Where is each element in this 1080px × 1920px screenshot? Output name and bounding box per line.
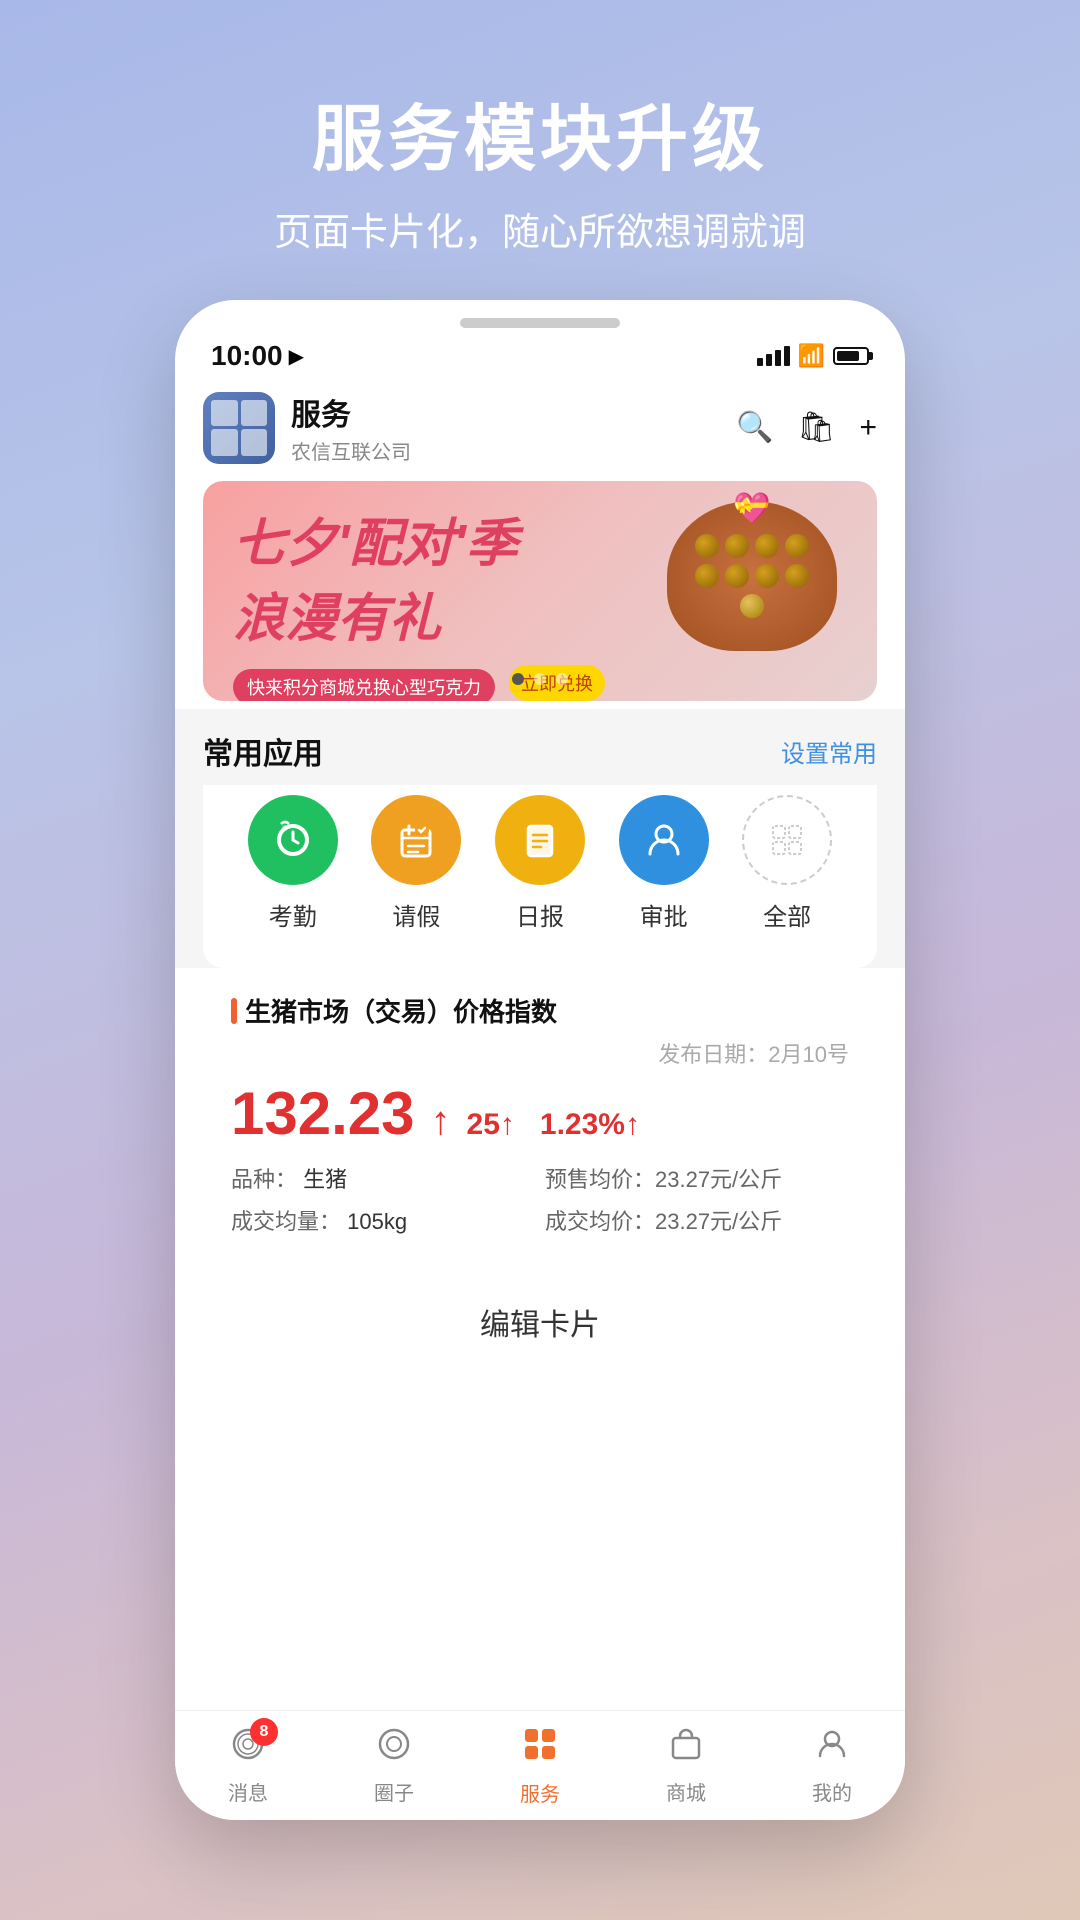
location-icon: ▶ (289, 344, 304, 369)
banner-image: 💝 (657, 491, 857, 691)
app-item-daily[interactable]: 日报 (495, 795, 585, 932)
community-icon (376, 1726, 412, 1771)
presale-row: 预售均价：23.27元/公斤 (545, 1162, 849, 1194)
nav-profile-label: 我的 (812, 1777, 852, 1806)
bottom-nav: 8 消息 圈子 服务 (175, 1710, 905, 1820)
apps-grid: 考勤 请假 (203, 785, 877, 952)
all-icon (742, 795, 832, 885)
app-item-all[interactable]: 全部 (742, 795, 832, 932)
leave-icon (371, 795, 461, 885)
app-header: 服务 农信互联公司 🔍 🛍 + (175, 380, 905, 481)
daily-label: 日报 (516, 897, 564, 932)
promo-subtitle: 页面卡片化，随心所欲想调就调 (0, 201, 1080, 256)
price-date: 发布日期：2月10号 (231, 1037, 849, 1069)
app-item-leave[interactable]: 请假 (371, 795, 461, 932)
nav-community[interactable]: 圈子 (321, 1726, 467, 1806)
header-icons: 🔍 🛍 + (736, 410, 877, 445)
price-main: 132.23 ↑ 25↑ 1.23%↑ (231, 1079, 849, 1148)
nav-services-label: 服务 (520, 1778, 560, 1807)
leave-label: 请假 (392, 897, 440, 932)
nav-shop-label: 商城 (666, 1777, 706, 1806)
price-up-arrow: ↑ (431, 1099, 451, 1144)
profile-icon (814, 1726, 850, 1771)
price-value: 132.23 (231, 1079, 415, 1148)
wifi-icon: 📶 (798, 343, 825, 369)
shopping-bag-icon[interactable]: 🛍 (797, 410, 835, 445)
daily-icon (495, 795, 585, 885)
promo-title: 服务模块升级 (0, 80, 1080, 185)
trade-row: 成交均价：23.27元/公斤 (545, 1204, 849, 1236)
app-item-approval[interactable]: 审批 (619, 795, 709, 932)
attendance-icon (248, 795, 338, 885)
nav-messages-label: 消息 (228, 1777, 268, 1806)
app-logo (203, 392, 275, 464)
all-label: 全部 (763, 897, 811, 932)
edit-card-button[interactable]: 编辑卡片 (203, 1272, 877, 1372)
app-company: 农信互联公司 (291, 436, 736, 465)
dot-3 (556, 673, 568, 685)
messages-badge: 8 (250, 1718, 278, 1746)
dot-1 (512, 673, 524, 685)
phone-mockup: 10:00 ▶ 📶 服务 (175, 300, 905, 1820)
price-change: 25↑ 1.23%↑ (467, 1108, 640, 1142)
banner-sub-text: 快来积分商城兑换心型巧克力 (233, 669, 495, 701)
status-time: 10:00 (211, 340, 283, 372)
app-name: 服务 (291, 390, 736, 434)
banner[interactable]: 七夕'配对'季 浪漫有礼 快来积分商城兑换心型巧克力 立即兑换 (203, 481, 877, 701)
nav-services[interactable]: 服务 (467, 1725, 613, 1807)
nav-messages[interactable]: 8 消息 (175, 1726, 321, 1806)
services-icon (521, 1725, 559, 1772)
section-header: 常用应用 设置常用 (175, 709, 905, 785)
variety-row: 品种： 生猪 (231, 1162, 535, 1194)
plus-icon[interactable]: + (859, 411, 877, 445)
status-icons: 📶 (757, 343, 869, 369)
shop-icon (668, 1726, 704, 1771)
phone-notch (460, 318, 620, 328)
banner-title-1: 七夕'配对'季 (233, 501, 605, 576)
app-name-container: 服务 农信互联公司 (291, 390, 736, 465)
price-details: 品种： 生猪 预售均价：23.27元/公斤 成交均量： 105kg 成交均价：2… (231, 1162, 849, 1236)
section-title: 常用应用 (203, 729, 323, 773)
price-indicator (231, 998, 237, 1024)
search-icon[interactable]: 🔍 (736, 410, 773, 445)
dot-2 (534, 673, 546, 685)
messages-icon: 8 (230, 1726, 266, 1771)
nav-shop[interactable]: 商城 (613, 1726, 759, 1806)
approval-icon (619, 795, 709, 885)
price-card-title: 生猪市场（交易）价格指数 (231, 992, 849, 1029)
price-index-card: 生猪市场（交易）价格指数 发布日期：2月10号 132.23 ↑ 25↑ 1.2… (203, 968, 877, 1260)
banner-content: 七夕'配对'季 浪漫有礼 快来积分商城兑换心型巧克力 立即兑换 (233, 501, 605, 701)
battery-icon (833, 347, 869, 365)
banner-title-2: 浪漫有礼 (233, 576, 605, 651)
nav-community-label: 圈子 (374, 1777, 414, 1806)
banner-dots (512, 673, 568, 685)
status-bar: 10:00 ▶ 📶 (175, 328, 905, 380)
common-apps-section: 常用应用 设置常用 考勤 (175, 709, 905, 968)
attendance-label: 考勤 (269, 897, 317, 932)
signal-bars-icon (757, 346, 790, 366)
nav-profile[interactable]: 我的 (759, 1726, 905, 1806)
app-item-attendance[interactable]: 考勤 (248, 795, 338, 932)
set-common-action[interactable]: 设置常用 (781, 734, 877, 769)
approval-label: 审批 (640, 897, 688, 932)
volume-row: 成交均量： 105kg (231, 1204, 535, 1236)
promo-header: 服务模块升级 页面卡片化，随心所欲想调就调 (0, 80, 1080, 256)
